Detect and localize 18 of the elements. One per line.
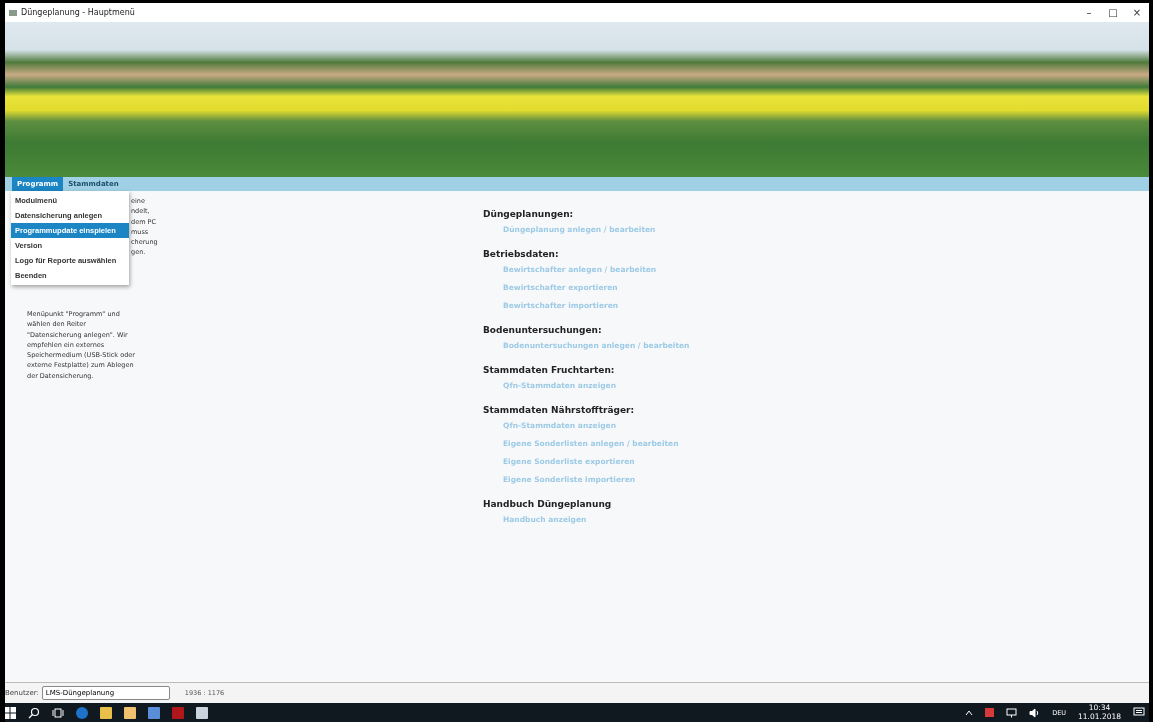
network-icon[interactable] xyxy=(1006,707,1018,718)
section-heading: Handbuch Düngeplanung xyxy=(483,499,613,509)
section-heading: Stammdaten Fruchtarten: xyxy=(483,365,616,375)
browser-icon[interactable] xyxy=(76,706,88,719)
chevron-up-icon[interactable] xyxy=(965,709,974,716)
section-heading: Betriebsdaten: xyxy=(483,249,560,259)
notification-icon[interactable] xyxy=(1133,707,1145,718)
task-view-icon[interactable] xyxy=(52,706,64,719)
windows-start-icon[interactable] xyxy=(5,706,16,719)
close-button[interactable]: × xyxy=(1125,7,1149,18)
section-heading: Düngeplanungen: xyxy=(483,209,575,219)
section-heading: Stammdaten Nährstoffträger: xyxy=(483,405,636,415)
speaker-icon[interactable] xyxy=(1029,707,1041,718)
search-icon[interactable] xyxy=(28,706,40,719)
restore-button[interactable]: □ xyxy=(1101,7,1125,18)
section-heading: Bodenuntersuchungen: xyxy=(483,325,603,335)
window-title: Düngeplanung - Hauptmenü xyxy=(21,8,135,17)
minimize-button[interactable]: – xyxy=(1077,7,1101,18)
